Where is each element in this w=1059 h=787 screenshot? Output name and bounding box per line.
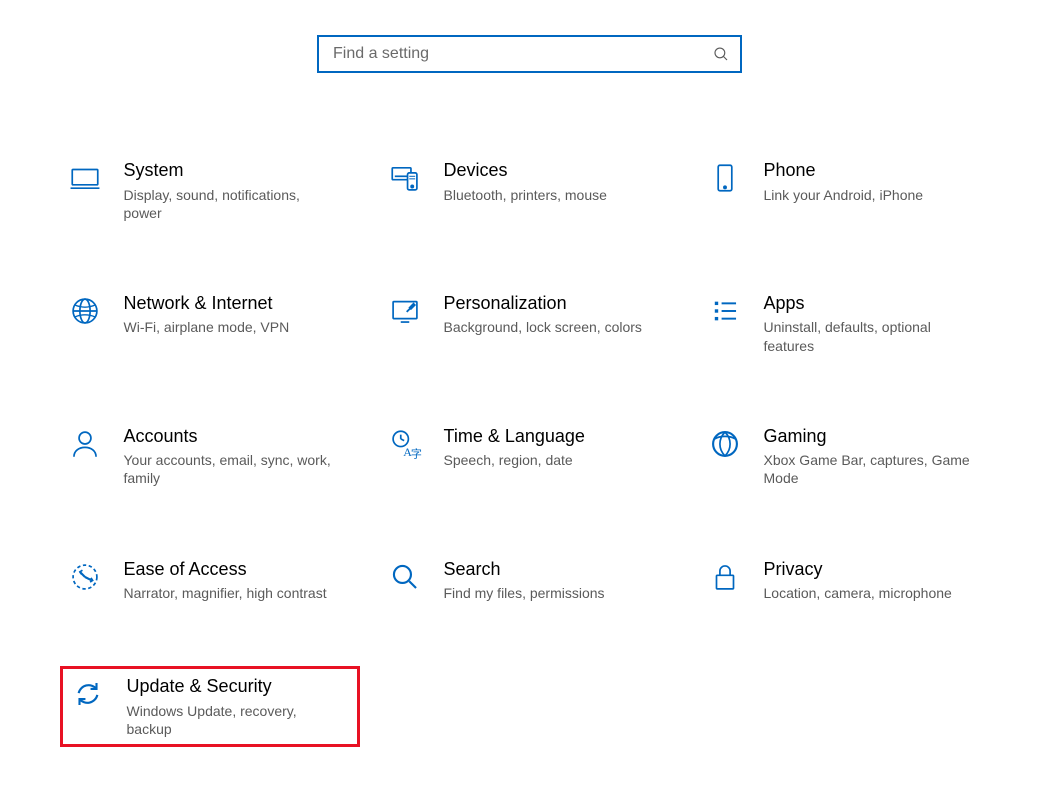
category-devices[interactable]: Devices Bluetooth, printers, mouse xyxy=(380,153,680,228)
category-accounts[interactable]: Accounts Your accounts, email, sync, wor… xyxy=(60,419,360,494)
category-subtitle: Uninstall, defaults, optional features xyxy=(764,318,974,354)
category-title: Apps xyxy=(764,292,996,315)
category-personalization[interactable]: Personalization Background, lock screen,… xyxy=(380,286,680,361)
devices-icon xyxy=(384,161,426,203)
categories-grid: System Display, sound, notifications, po… xyxy=(40,153,1020,747)
time-language-icon: A 字 xyxy=(384,427,426,469)
category-subtitle: Location, camera, microphone xyxy=(764,584,974,602)
category-ease-of-access[interactable]: Ease of Access Narrator, magnifier, high… xyxy=(60,552,360,609)
category-time-language[interactable]: A 字 Time & Language Speech, region, date xyxy=(380,419,680,494)
search-box[interactable] xyxy=(317,35,742,73)
category-title: Ease of Access xyxy=(124,558,356,581)
category-subtitle: Your accounts, email, sync, work, family xyxy=(124,451,334,487)
category-update-security[interactable]: Update & Security Windows Update, recove… xyxy=(60,666,360,747)
category-title: Gaming xyxy=(764,425,996,448)
category-title: Network & Internet xyxy=(124,292,356,315)
category-apps[interactable]: Apps Uninstall, defaults, optional featu… xyxy=(700,286,1000,361)
category-title: System xyxy=(124,159,356,182)
category-subtitle: Display, sound, notifications, power xyxy=(124,186,334,222)
accounts-icon xyxy=(64,427,106,469)
system-icon xyxy=(64,161,106,203)
category-subtitle: Narrator, magnifier, high contrast xyxy=(124,584,334,602)
category-network[interactable]: Network & Internet Wi-Fi, airplane mode,… xyxy=(60,286,360,361)
category-title: Privacy xyxy=(764,558,996,581)
category-title: Update & Security xyxy=(127,675,353,698)
search-category-icon xyxy=(384,560,426,602)
category-subtitle: Speech, region, date xyxy=(444,451,654,469)
category-title: Time & Language xyxy=(444,425,676,448)
category-privacy[interactable]: Privacy Location, camera, microphone xyxy=(700,552,1000,609)
personalization-icon xyxy=(384,294,426,336)
category-title: Personalization xyxy=(444,292,676,315)
category-subtitle: Wi-Fi, airplane mode, VPN xyxy=(124,318,334,336)
apps-icon xyxy=(704,294,746,336)
category-subtitle: Find my files, permissions xyxy=(444,584,654,602)
category-subtitle: Windows Update, recovery, backup xyxy=(127,702,337,738)
lock-icon xyxy=(704,560,746,602)
category-title: Accounts xyxy=(124,425,356,448)
category-subtitle: Xbox Game Bar, captures, Game Mode xyxy=(764,451,974,487)
category-title: Search xyxy=(444,558,676,581)
category-title: Phone xyxy=(764,159,996,182)
category-system[interactable]: System Display, sound, notifications, po… xyxy=(60,153,360,228)
globe-icon xyxy=(64,294,106,336)
category-subtitle: Link your Android, iPhone xyxy=(764,186,974,204)
phone-icon xyxy=(704,161,746,203)
category-title: Devices xyxy=(444,159,676,182)
category-phone[interactable]: Phone Link your Android, iPhone xyxy=(700,153,1000,228)
category-gaming[interactable]: Gaming Xbox Game Bar, captures, Game Mod… xyxy=(700,419,1000,494)
category-subtitle: Bluetooth, printers, mouse xyxy=(444,186,654,204)
category-subtitle: Background, lock screen, colors xyxy=(444,318,654,336)
search-input[interactable] xyxy=(331,44,712,64)
search-icon xyxy=(712,45,730,63)
category-search[interactable]: Search Find my files, permissions xyxy=(380,552,680,609)
search-container xyxy=(0,35,1059,73)
update-icon xyxy=(67,677,109,719)
svg-text:字: 字 xyxy=(410,446,421,460)
gaming-icon xyxy=(704,427,746,469)
settings-home: System Display, sound, notifications, po… xyxy=(0,0,1059,787)
ease-of-access-icon xyxy=(64,560,106,602)
